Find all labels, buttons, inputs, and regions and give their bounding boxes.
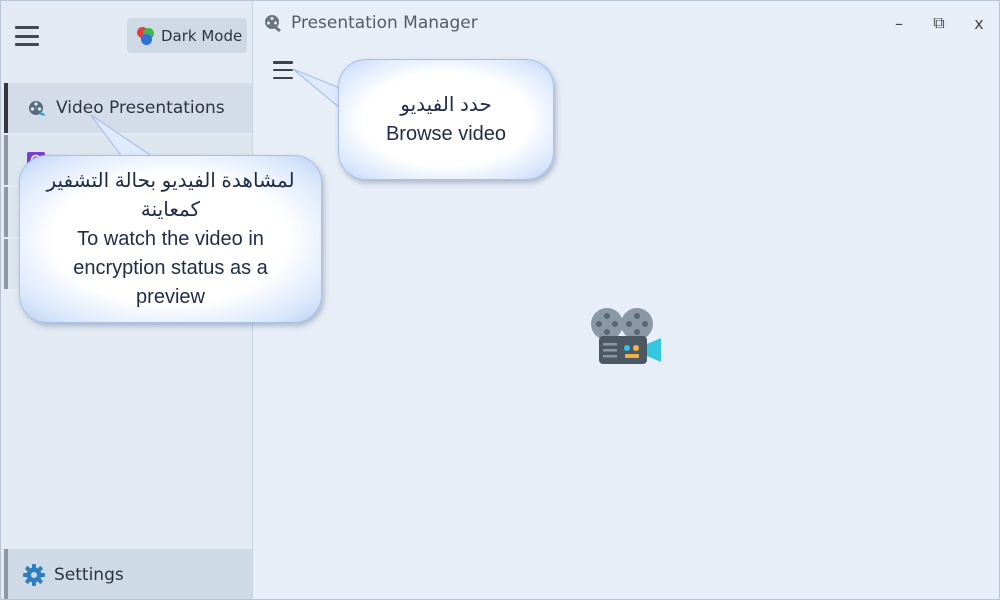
browse-video-button[interactable] xyxy=(273,61,293,79)
close-button[interactable]: x xyxy=(969,13,989,33)
tooltip-arabic-text: لمشاهدة الفيديو بحالة التشفير كمعاينة xyxy=(46,169,295,221)
dark-mode-button[interactable]: Dark Mode xyxy=(127,18,247,53)
window-title: Presentation Manager xyxy=(291,13,478,33)
tooltip-english-text: To watch the video in encryption status … xyxy=(73,227,268,308)
menu-toggle-icon[interactable] xyxy=(15,26,39,46)
gear-icon xyxy=(23,564,45,586)
settings-label: Settings xyxy=(54,565,124,585)
title-bar[interactable]: Presentation Manager – ⧉ x xyxy=(253,1,999,45)
tooltip-arabic-text: حدد الفيديو xyxy=(400,93,492,116)
film-reel-icon xyxy=(29,101,45,116)
color-circles-icon xyxy=(135,26,155,46)
app-window: Dark Mode Video Presentations Settings P… xyxy=(0,0,1000,600)
movie-projector-icon xyxy=(591,308,661,364)
tooltip-preview: لمشاهدة الفيديو بحالة التشفير كمعاينة To… xyxy=(19,155,322,323)
app-logo-icon xyxy=(265,15,281,32)
tooltip-browse-video: حدد الفيديو Browse video xyxy=(338,59,554,180)
minimize-button[interactable]: – xyxy=(889,13,909,33)
dark-mode-label: Dark Mode xyxy=(161,26,243,45)
restore-button[interactable]: ⧉ xyxy=(929,13,949,33)
settings-button[interactable]: Settings xyxy=(4,549,252,599)
tooltip-english-text: Browse video xyxy=(385,122,507,145)
